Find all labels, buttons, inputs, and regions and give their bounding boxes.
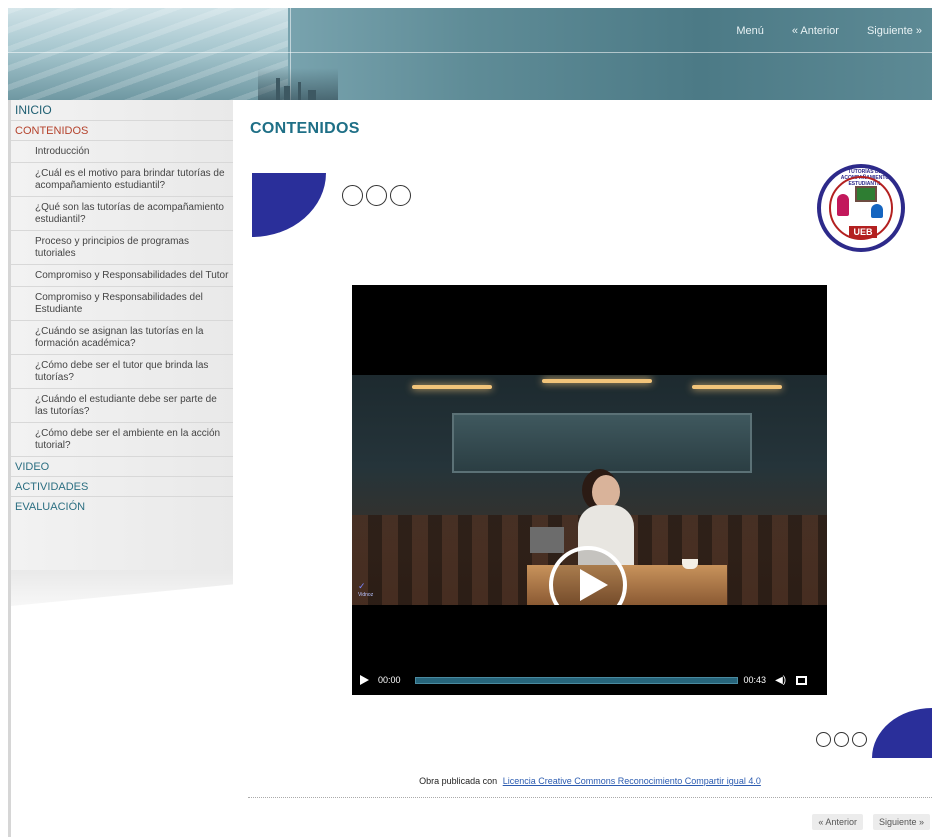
sidebar-subitem-que-son[interactable]: ¿Qué son las tutorías de acompañamiento … <box>11 197 233 231</box>
sidebar-subitem-tutor[interactable]: Compromiso y Responsabilidades del Tutor <box>11 265 233 287</box>
circle-icon <box>852 732 867 747</box>
video-scene-light <box>542 379 652 383</box>
bottom-navigation: « Anterior Siguiente » <box>812 814 930 830</box>
sidebar-item-contenidos[interactable]: CONTENIDOS <box>11 121 233 141</box>
student-icon <box>871 204 883 218</box>
sidebar-subitem-cuando-estudiante[interactable]: ¿Cuándo el estudiante debe ser parte de … <box>11 389 233 423</box>
video-scene-window <box>452 413 752 473</box>
current-time: 00:00 <box>378 675 401 685</box>
watermark-icon: ✓ <box>358 581 366 591</box>
menu-link[interactable]: Menú <box>736 25 764 37</box>
sidebar-subitem-proceso[interactable]: Proceso y principios de programas tutori… <box>11 231 233 265</box>
decorative-circles-bottom <box>816 732 867 747</box>
decorative-circles <box>342 185 411 206</box>
sidebar-subitem-introduccion[interactable]: Introducción <box>11 141 233 163</box>
video-scene-laptop <box>530 527 564 553</box>
license-prefix: Obra publicada con <box>419 776 498 786</box>
license-link[interactable]: Licencia Creative Commons Reconocimiento… <box>503 776 761 786</box>
circle-icon <box>342 185 363 206</box>
circle-icon <box>390 185 411 206</box>
chalkboard-icon <box>855 186 877 202</box>
sidebar: INICIO CONTENIDOS Introducción ¿Cuál es … <box>8 100 233 837</box>
sidebar-item-inicio[interactable]: INICIO <box>11 100 233 121</box>
sidebar-subitem-motivo[interactable]: ¿Cuál es el motivo para brindar tutorías… <box>11 163 233 197</box>
header-decoration <box>8 8 288 100</box>
sidebar-item-video[interactable]: VIDEO <box>11 457 233 477</box>
next-button[interactable]: Siguiente » <box>872 814 930 830</box>
sidebar-subitem-ambiente[interactable]: ¿Cómo debe ser el ambiente en la acción … <box>11 423 233 457</box>
header-banner: Menú « Anterior Siguiente » <box>8 8 932 100</box>
video-player[interactable]: ✓ Vidnoz 00:00 00:43 ◀) <box>352 285 827 695</box>
decorative-quarter-circle <box>252 173 326 237</box>
sidebar-item-actividades[interactable]: ACTIVIDADES <box>11 477 233 497</box>
play-icon[interactable] <box>360 675 369 685</box>
teacher-icon <box>837 194 849 216</box>
footer-divider <box>248 797 932 798</box>
sidebar-panel: INICIO CONTENIDOS Introducción ¿Cuál es … <box>11 100 233 570</box>
volume-icon[interactable]: ◀) <box>775 675 786 686</box>
sidebar-item-evaluacion[interactable]: EVALUACIÓN <box>11 497 233 516</box>
seek-bar[interactable] <box>414 676 738 684</box>
header-divider-horizontal <box>8 52 932 53</box>
header-city-image <box>258 68 338 100</box>
watermark-label: Vidnoz <box>358 592 374 598</box>
tutorias-logo: TUTORÍAS DE ACOMPAÑAMIENTO ESTUDIANTIL U… <box>817 164 905 252</box>
video-controls: 00:00 00:43 ◀) <box>352 670 827 690</box>
license-notice: Obra publicada con Licencia Creative Com… <box>248 776 932 786</box>
sidebar-subitem-estudiante[interactable]: Compromiso y Responsabilidades del Estud… <box>11 287 233 321</box>
top-navigation: Menú « Anterior Siguiente » <box>736 25 922 37</box>
video-watermark: ✓ Vidnoz <box>358 581 373 598</box>
page-title: CONTENIDOS <box>250 120 360 137</box>
circle-icon <box>366 185 387 206</box>
logo-badge-label: UEB <box>849 226 877 238</box>
circle-icon <box>816 732 831 747</box>
video-presenter-head <box>592 475 620 509</box>
main-content: CONTENIDOS TUTORÍAS DE ACOMPAÑAMIENTO ES… <box>248 100 932 837</box>
video-scene-light <box>692 385 782 389</box>
decorative-quarter-circle-bottom <box>872 708 932 758</box>
duration: 00:43 <box>743 675 767 685</box>
video-frame[interactable]: ✓ Vidnoz <box>352 375 827 605</box>
previous-link[interactable]: « Anterior <box>792 25 839 37</box>
next-link[interactable]: Siguiente » <box>867 25 922 37</box>
sidebar-subitem-cuando-asignan[interactable]: ¿Cuándo se asignan las tutorías en la fo… <box>11 321 233 355</box>
video-scene-light <box>412 385 492 389</box>
video-scene-cup <box>682 559 698 569</box>
fullscreen-icon[interactable] <box>796 675 808 685</box>
sidebar-decoration <box>11 570 233 606</box>
sidebar-subitem-como-tutor[interactable]: ¿Cómo debe ser el tutor que brinda las t… <box>11 355 233 389</box>
previous-button[interactable]: « Anterior <box>812 814 863 830</box>
circle-icon <box>834 732 849 747</box>
